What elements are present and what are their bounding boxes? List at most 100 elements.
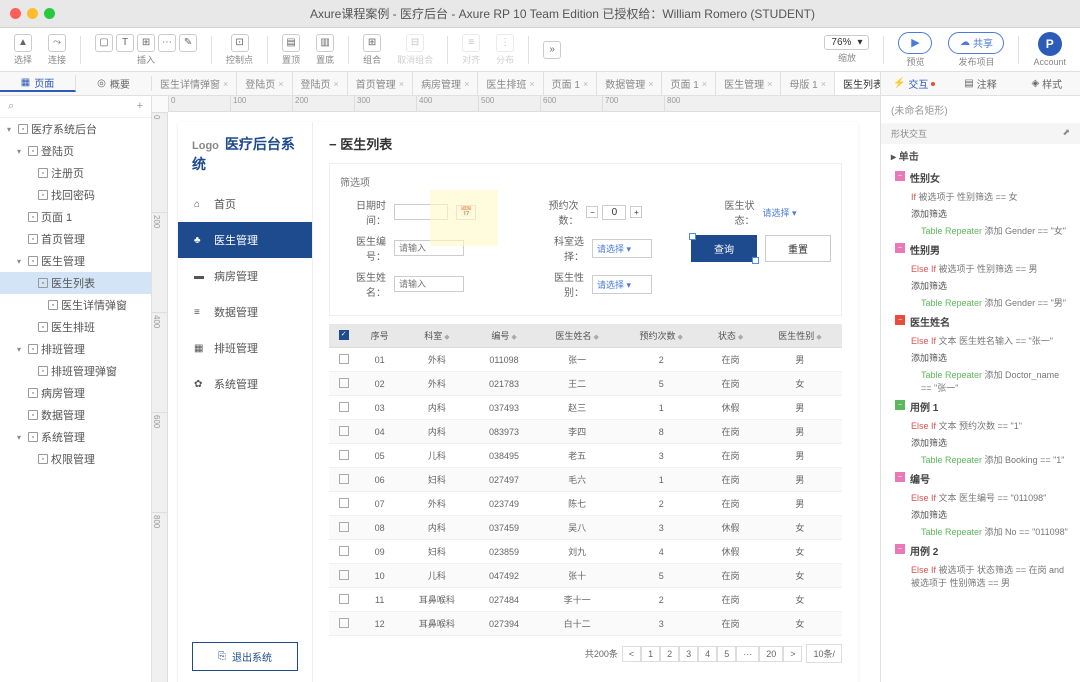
case-action[interactable]: 添加筛选	[881, 434, 1080, 451]
style-tab[interactable]: ◈样式	[1014, 72, 1080, 95]
doc-tab[interactable]: 登陆页 ×	[293, 72, 348, 95]
outline-tab[interactable]: ◎ 概要	[76, 76, 152, 91]
doc-tab[interactable]: 病房管理 ×	[413, 72, 478, 95]
tree-item[interactable]: ▾▫登陆页	[0, 140, 151, 162]
tree-item[interactable]: ▫病房管理	[0, 382, 151, 404]
page-button[interactable]: >	[783, 646, 802, 662]
account-avatar[interactable]: P	[1038, 32, 1062, 56]
select-tool[interactable]: ▲	[14, 34, 32, 52]
case-action[interactable]: 添加筛选	[881, 349, 1080, 366]
tree-item[interactable]: ▾▫医疗系统后台	[0, 118, 151, 140]
doc-tab[interactable]: 医生管理 ×	[716, 72, 781, 95]
tree-item[interactable]: ▫找回密码	[0, 184, 151, 206]
table-header[interactable]: 编号◆	[473, 324, 535, 348]
maximize-window[interactable]	[44, 8, 55, 19]
interactions-tab[interactable]: ⚡交互	[881, 72, 947, 95]
table-row[interactable]: 01外科011098张一2在岗男	[329, 348, 842, 372]
doc-tab[interactable]: 医生排班 ×	[478, 72, 543, 95]
doctor-id-input[interactable]	[394, 240, 464, 256]
page-button[interactable]: 4	[698, 646, 717, 662]
case-action[interactable]: 添加筛选	[881, 277, 1080, 294]
pen-tool[interactable]: ✎	[179, 34, 197, 52]
interaction-case[interactable]: −医生姓名	[881, 311, 1080, 332]
doc-tab[interactable]: 母版 1 ×	[781, 72, 835, 95]
case-action[interactable]: 添加筛选	[881, 205, 1080, 222]
table-row[interactable]: 02外科021783王二5在岗女	[329, 372, 842, 396]
table-row[interactable]: 08内科037459吴八3休假女	[329, 516, 842, 540]
appointment-stepper[interactable]: −0+	[586, 205, 642, 220]
table-row[interactable]: 12耳鼻喉科027394白十二3在岗女	[329, 612, 842, 636]
more-tool[interactable]: ⋯	[158, 34, 176, 52]
tree-item[interactable]: ▫注册页	[0, 162, 151, 184]
pages-tab[interactable]: ▦ 页面	[0, 75, 76, 92]
doc-tab[interactable]: 页面 1 ×	[662, 72, 716, 95]
group-btn[interactable]: ⊞	[363, 34, 381, 52]
table-header[interactable]	[329, 324, 358, 348]
table-row[interactable]: 07外科023749陈七2在岗男	[329, 492, 842, 516]
interaction-case[interactable]: −用例 1	[881, 396, 1080, 417]
page-button[interactable]: 5	[717, 646, 736, 662]
interaction-case[interactable]: −性别男	[881, 239, 1080, 260]
distribute-btn[interactable]: ⋮	[496, 34, 514, 52]
interaction-case[interactable]: −用例 2	[881, 540, 1080, 561]
table-header[interactable]: 状态◆	[703, 324, 758, 348]
nav-item[interactable]: ♣医生管理	[178, 222, 312, 258]
reset-button[interactable]: 重置	[765, 235, 831, 262]
table-header[interactable]: 序号	[358, 324, 401, 348]
notes-tab[interactable]: ▤注释	[947, 72, 1013, 95]
connect-tool[interactable]: ⤳	[48, 34, 66, 52]
table-row[interactable]: 09妇科023859刘九4休假女	[329, 540, 842, 564]
zoom-control[interactable]: 76%▾	[824, 35, 869, 50]
add-page-icon[interactable]: +	[137, 100, 143, 113]
table-row[interactable]: 04内科083973李四8在岗男	[329, 420, 842, 444]
align-btn[interactable]: ≡	[462, 34, 480, 52]
tree-item[interactable]: ▾▫系统管理	[0, 426, 151, 448]
doc-tab[interactable]: 医生列表 ×	[835, 72, 880, 95]
search-icon[interactable]: ⌕	[8, 100, 14, 113]
tree-item[interactable]: ▫医生详情弹窗	[0, 294, 151, 316]
bring-front[interactable]: ▤	[282, 34, 300, 52]
interaction-case[interactable]: −编号	[881, 468, 1080, 489]
doctor-name-input[interactable]	[394, 276, 464, 292]
tree-item[interactable]: ▫首页管理	[0, 228, 151, 250]
page-button[interactable]: <	[622, 646, 641, 662]
nav-item[interactable]: ⌂首页	[178, 186, 312, 222]
page-button[interactable]: 3	[679, 646, 698, 662]
event-click[interactable]: ▸ 单击	[881, 144, 1080, 167]
page-button[interactable]: ···	[736, 646, 759, 662]
close-window[interactable]	[10, 8, 21, 19]
table-header[interactable]: 预约次数◆	[619, 324, 703, 348]
nav-item[interactable]: ▬病房管理	[178, 258, 312, 294]
nav-item[interactable]: ✿系统管理	[178, 366, 312, 402]
doc-tab[interactable]: 页面 1 ×	[544, 72, 598, 95]
tree-item[interactable]: ▾▫排班管理	[0, 338, 151, 360]
doc-tab[interactable]: 登陆页 ×	[237, 72, 292, 95]
nav-item[interactable]: ▦排班管理	[178, 330, 312, 366]
table-header[interactable]: 医生性别◆	[758, 324, 842, 348]
design-canvas[interactable]: Logo医疗后台系统 ⌂首页♣医生管理▬病房管理≡数据管理▦排班管理✿系统管理 …	[168, 112, 880, 682]
table-row[interactable]: 06妇科027497毛六1在岗男	[329, 468, 842, 492]
status-select[interactable]: 请选择 ▾	[762, 206, 796, 219]
interaction-case[interactable]: −性别女	[881, 167, 1080, 188]
page-button[interactable]: 20	[759, 646, 783, 662]
send-back[interactable]: ▥	[316, 34, 334, 52]
date-input[interactable]	[394, 204, 448, 220]
per-page-select[interactable]: 10条/	[806, 644, 842, 663]
points-tool[interactable]: ⊡	[231, 34, 249, 52]
tree-item[interactable]: ▫医生列表	[0, 272, 151, 294]
dept-select[interactable]: 请选择 ▾	[592, 239, 652, 258]
tree-item[interactable]: ▫权限管理	[0, 448, 151, 470]
page-button[interactable]: 2	[660, 646, 679, 662]
tree-item[interactable]: ▫排班管理弹窗	[0, 360, 151, 382]
table-header[interactable]: 科室◆	[401, 324, 473, 348]
layout-tool[interactable]: ⊞	[137, 34, 155, 52]
tree-item[interactable]: ▫医生排班	[0, 316, 151, 338]
case-action[interactable]: 添加筛选	[881, 506, 1080, 523]
table-row[interactable]: 05儿科038495老五3在岗男	[329, 444, 842, 468]
open-external-icon[interactable]: ⬈	[1062, 127, 1070, 140]
table-row[interactable]: 10儿科047492张十5在岗女	[329, 564, 842, 588]
share-button[interactable]: ☁ 共享	[948, 32, 1004, 54]
more-tools[interactable]: »	[543, 41, 561, 59]
table-header[interactable]: 医生姓名◆	[535, 324, 619, 348]
table-row[interactable]: 03内科037493赵三1休假男	[329, 396, 842, 420]
